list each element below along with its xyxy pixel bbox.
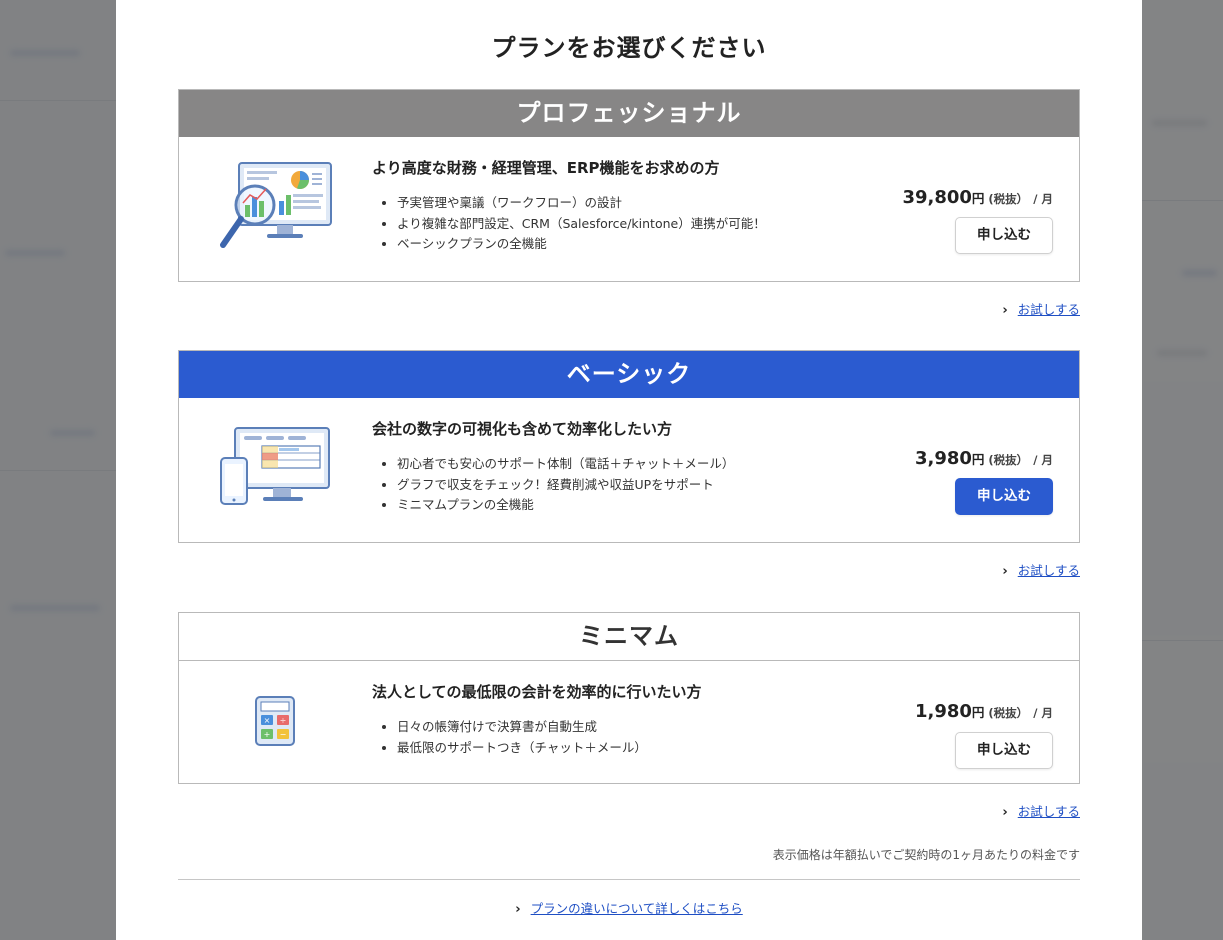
calculator-illustration: × ÷ + − [255,696,295,746]
price-amount: 1,980 [914,701,972,722]
price-amount: 3,980 [914,448,972,469]
plan-feature-list: 初心者でも安心のサポート体制（電話＋チャット＋メール） グラフで収支をチェック！… [372,454,842,516]
plan-card-professional: プロフェッショナル より高度な財務・経理管理、ERP機能をお求めの方 • 予実管… [178,89,1080,282]
plan-body: 会社の数字の可視化も含めて効率化したい方 初心者でも安心のサポート体制（電話＋チ… [179,398,1079,542]
chevron-right-icon: › [1002,564,1008,579]
svg-text:−: − [280,730,287,739]
divider [178,879,1080,880]
plan-feature: グラフで収支をチェック！経費削減や収益UPをサポート [397,475,842,496]
plan-content: 法人としての最低限の会計を効率的に行いたい方 日々の帳簿付けで決算書が自動生成 … [372,681,842,758]
apply-button-professional[interactable]: 申し込む [955,217,1053,254]
plan-feature-list: 日々の帳簿付けで決算書が自動生成 最低限のサポートつき（チャット＋メール） [372,717,842,758]
plan-feature: 予実管理や稟議（ワークフロー）の設計 [397,193,842,214]
plan-feature: 初心者でも安心のサポート体制（電話＋チャット＋メール） [397,454,842,475]
plan-name: ミニマム [179,613,1079,661]
plan-body: より高度な財務・経理管理、ERP機能をお求めの方 予実管理や稟議（ワークフロー）… [179,137,1079,281]
chevron-right-icon: › [1002,805,1008,820]
plan-feature: より複雑な部門設定、CRM（Salesforce/kintone）連携が可能！ [397,214,842,235]
plan-price: 1,980円 (税抜） / 月 [915,701,1053,722]
price-period: / 月 [1033,453,1053,467]
price-period: / 月 [1033,706,1053,720]
trial-link-basic: › お試しする [1002,560,1080,579]
price-unit: 円 [971,191,985,206]
plan-card-basic: ベーシック 会社の数字の可視化も含めて効率化したい方 • 初心者でも安心のサポー… [178,350,1080,543]
plan-card-minimum: ミニマム × ÷ + − 法人としての最低限の会計を効率的に行いたい方 日々の帳… [178,612,1080,784]
apply-button-minimum[interactable]: 申し込む [955,732,1053,769]
monitor-phone-illustration [220,427,330,505]
svg-text:+: + [264,730,271,739]
plan-body: × ÷ + − 法人としての最低限の会計を効率的に行いたい方 日々の帳簿付けで決… [179,661,1079,783]
svg-text:÷: ÷ [280,716,287,725]
plan-price: 3,980円 (税抜） / 月 [915,448,1053,469]
plan-content: 会社の数字の可視化も含めて効率化したい方 初心者でも安心のサポート体制（電話＋チ… [372,418,842,516]
chevron-right-icon: › [1002,303,1008,318]
plan-price: 39,800円 (税抜） / 月 [902,187,1053,208]
apply-button-basic[interactable]: 申し込む [955,478,1053,515]
plan-feature-list: 予実管理や稟議（ワークフロー）の設計 より複雑な部門設定、CRM（Salesfo… [372,193,842,255]
plan-content: より高度な財務・経理管理、ERP機能をお求めの方 予実管理や稟議（ワークフロー）… [372,157,842,255]
trial-link[interactable]: お試しする [1018,302,1080,317]
plan-feature: 日々の帳簿付けで決算書が自動生成 [397,717,842,738]
price-unit: 円 [971,452,985,467]
price-period: / 月 [1033,192,1053,206]
plan-feature: 最低限のサポートつき（チャット＋メール） [397,738,842,759]
plan-heading: 法人としての最低限の会計を効率的に行いたい方 [372,683,702,701]
price-tax-label: (税抜） [988,192,1029,206]
plan-feature: ミニマムプランの全機能 [397,495,842,516]
modal-title: プランをお選びください [491,34,767,62]
price-amount: 39,800 [902,187,972,208]
trial-link-professional: › お試しする [1002,299,1080,318]
svg-text:×: × [264,716,271,725]
plan-selection-modal: プランをお選びください プロフェッショナル より高度な財務・経理管理、ERP機能… [116,0,1142,940]
monitor-magnifier-illustration [220,162,332,248]
plan-heading: 会社の数字の可視化も含めて効率化したい方 [372,420,673,438]
plan-feature: ベーシックプランの全機能 [397,234,842,255]
plan-heading: より高度な財務・経理管理、ERP機能をお求めの方 [372,159,720,177]
price-note: 表示価格は年額払いでご契約時の1ヶ月あたりの料金です [772,848,1080,862]
price-tax-label: (税抜） [988,706,1029,720]
price-tax-label: (税抜） [988,453,1029,467]
plan-name: プロフェッショナル [179,90,1079,137]
chevron-right-icon: › [515,902,521,917]
trial-link[interactable]: お試しする [1018,563,1080,578]
trial-link[interactable]: お試しする [1018,804,1080,819]
price-unit: 円 [971,705,985,720]
trial-link-minimum: › お試しする [1002,801,1080,820]
plan-name: ベーシック [179,351,1079,398]
plan-comparison-link-row: › プランの違いについて詳しくはこちら [116,898,1142,917]
plan-comparison-link[interactable]: プランの違いについて詳しくはこちら [531,901,743,916]
